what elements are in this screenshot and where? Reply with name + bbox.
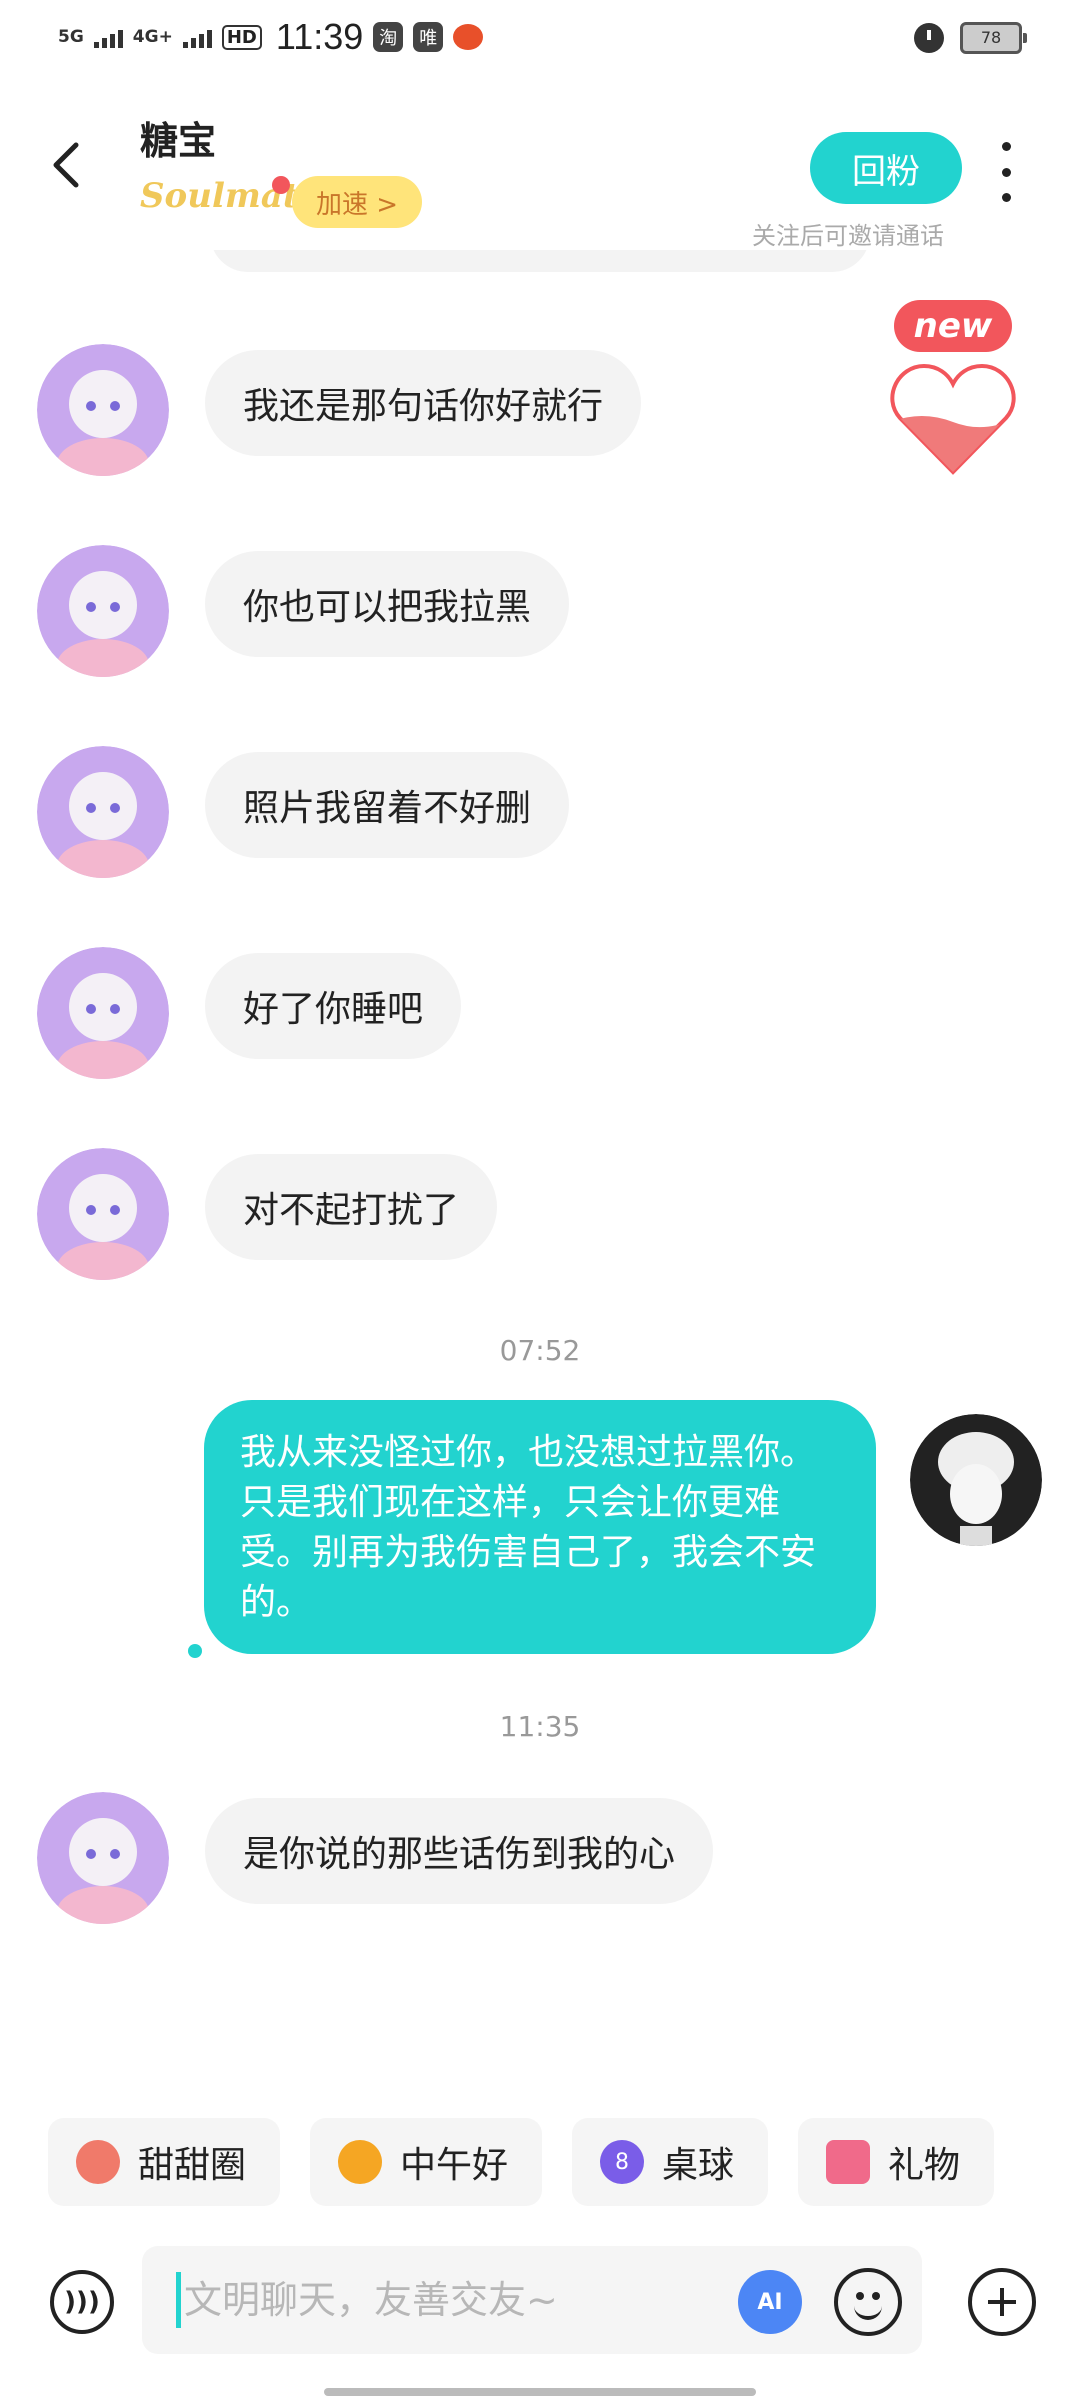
contact-avatar[interactable]: [37, 1792, 169, 1924]
quick-reply-chips: 甜甜圈 中午好 8 桌球 礼物: [48, 2118, 995, 2206]
contact-avatar[interactable]: [37, 947, 169, 1079]
alarm-icon: [914, 23, 944, 53]
gift-icon: [826, 2140, 871, 2184]
contact-avatar[interactable]: [37, 545, 169, 677]
back-button[interactable]: [40, 135, 100, 195]
chip-label: 桌球: [662, 2145, 735, 2186]
my-message-bubble[interactable]: 我从来没怪过你，也没想过拉黑你。只是我们现在这样，只会让你更难受。别再为我伤害自…: [204, 1400, 876, 1654]
status-right: 78: [914, 22, 1027, 54]
chip-donut[interactable]: 甜甜圈: [48, 2118, 281, 2206]
text-cursor: [176, 2272, 181, 2328]
signal-icon: [182, 26, 212, 48]
back-arrow-icon: [53, 142, 79, 188]
chip-label: 中午好: [400, 2145, 509, 2186]
status-bar: 5G 4G+ HD 11:39 淘 唯 78: [0, 0, 1080, 80]
timestamp: 07:52: [499, 1334, 581, 1367]
speed-up-button[interactable]: 加速 >: [292, 176, 422, 228]
plus-icon[interactable]: [968, 2268, 1036, 2336]
battery-icon: 78: [960, 22, 1027, 54]
chip-label: 礼物: [888, 2145, 961, 2186]
my-avatar[interactable]: [910, 1414, 1042, 1546]
hd-icon: HD: [221, 24, 262, 50]
taobao-icon: 淘: [373, 22, 404, 52]
status-time: 11:39: [275, 16, 364, 57]
new-badge: new: [894, 300, 1012, 352]
voice-input-icon[interactable]: ))): [50, 2270, 114, 2334]
message-bubble[interactable]: 好了你睡吧: [205, 953, 462, 1059]
emoji-icon[interactable]: [834, 2268, 902, 2336]
chat-header: 糖宝 Soulmate 加速 > 回粉 关注后可邀请通话: [0, 80, 1080, 250]
network-4g-label: 4G+: [132, 27, 173, 47]
input-placeholder: 文明聊天，友善交友~: [184, 2278, 558, 2322]
sent-status-dot: [188, 1644, 202, 1658]
signal-icon: [93, 26, 123, 48]
notification-dot: [272, 176, 290, 194]
contact-avatar[interactable]: [37, 1148, 169, 1280]
heart-icon[interactable]: [890, 360, 1016, 480]
follow-back-button[interactable]: 回粉: [810, 132, 962, 204]
pumpkin-icon: [453, 24, 484, 50]
message-bubble[interactable]: 照片我留着不好删: [205, 752, 570, 858]
chip-good-noon[interactable]: 中午好: [310, 2118, 543, 2206]
chip-gift[interactable]: 礼物: [798, 2118, 995, 2206]
network-5g-label: 5G: [58, 27, 84, 47]
donut-icon: [76, 2140, 120, 2184]
chip-billiards[interactable]: 8 桌球: [572, 2118, 769, 2206]
more-options-icon[interactable]: [996, 142, 1016, 202]
home-indicator[interactable]: [324, 2388, 756, 2396]
call-hint-text: 关注后可邀请通话: [752, 222, 944, 250]
message-bubble[interactable]: 对不起打扰了: [205, 1154, 498, 1260]
chip-label: 甜甜圈: [138, 2145, 247, 2186]
contact-name: 糖宝: [140, 119, 217, 163]
sun-sunglasses-icon: [338, 2140, 383, 2184]
vip-icon: 唯: [413, 22, 444, 52]
message-bubble[interactable]: 是你说的那些话伤到我的心: [205, 1798, 714, 1904]
message-bubble[interactable]: 我还是那句话你好就行: [205, 350, 642, 456]
timestamp: 11:35: [499, 1710, 581, 1743]
message-bubble[interactable]: 你也可以把我拉黑: [205, 551, 570, 657]
ai-assistant-icon[interactable]: AI: [738, 2270, 802, 2334]
billiard-ball-icon: 8: [600, 2140, 645, 2184]
status-left: 5G 4G+ HD 11:39 淘 唯: [58, 16, 484, 58]
contact-avatar[interactable]: [37, 746, 169, 878]
contact-avatar[interactable]: [37, 344, 169, 476]
